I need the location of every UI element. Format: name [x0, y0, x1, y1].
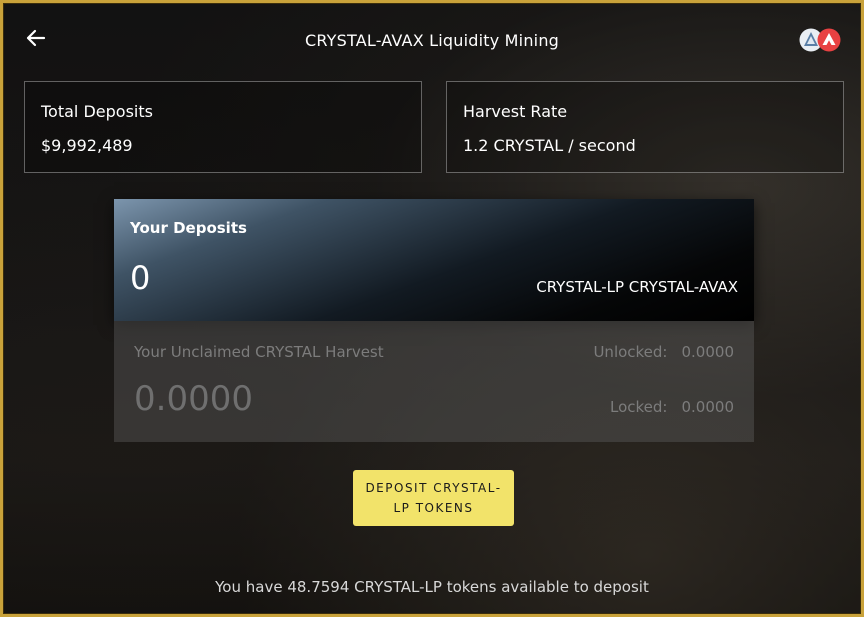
unclaimed-harvest-card: Your Unclaimed CRYSTAL Harvest 0.0000 Un… — [114, 321, 754, 442]
modal-frame: CRYSTAL-AVAX Liquidity Mining Total Depo… — [0, 0, 864, 617]
your-deposits-card: Your Deposits 0 CRYSTAL-LP CRYSTAL-AVAX — [114, 199, 754, 321]
token-pair-icons — [799, 28, 841, 52]
available-tokens-text: You have 48.7594 CRYSTAL-LP tokens avail… — [215, 578, 649, 596]
harvest-rate-card: Harvest Rate 1.2 CRYSTAL / second — [446, 81, 844, 173]
deposit-lp-tokens-button[interactable]: DEPOSIT CRYSTAL-LP TOKENS — [353, 470, 514, 526]
harvest-label: Your Unclaimed CRYSTAL Harvest — [134, 343, 384, 361]
your-deposits-token: CRYSTAL-LP CRYSTAL-AVAX — [536, 278, 738, 296]
unlocked-label: Unlocked: — [593, 343, 668, 361]
your-deposits-label: Your Deposits — [130, 219, 247, 237]
locked-value: 0.0000 — [681, 398, 735, 416]
your-deposits-amount: 0 — [130, 259, 151, 297]
harvest-rate-value: 1.2 CRYSTAL / second — [463, 136, 636, 155]
unlocked-value: 0.0000 — [681, 343, 735, 361]
total-deposits-label: Total Deposits — [41, 102, 153, 121]
locked-label: Locked: — [610, 398, 668, 416]
unlocked-row: Unlocked: 0.0000 — [593, 343, 734, 361]
total-deposits-value: $9,992,489 — [41, 136, 133, 155]
harvest-rate-label: Harvest Rate — [463, 102, 568, 121]
total-deposits-card: Total Deposits $9,992,489 — [24, 81, 422, 173]
harvest-amount: 0.0000 — [134, 379, 253, 419]
locked-row: Locked: 0.0000 — [610, 398, 734, 416]
page-title: CRYSTAL-AVAX Liquidity Mining — [304, 31, 560, 50]
avax-token-icon — [817, 28, 841, 52]
